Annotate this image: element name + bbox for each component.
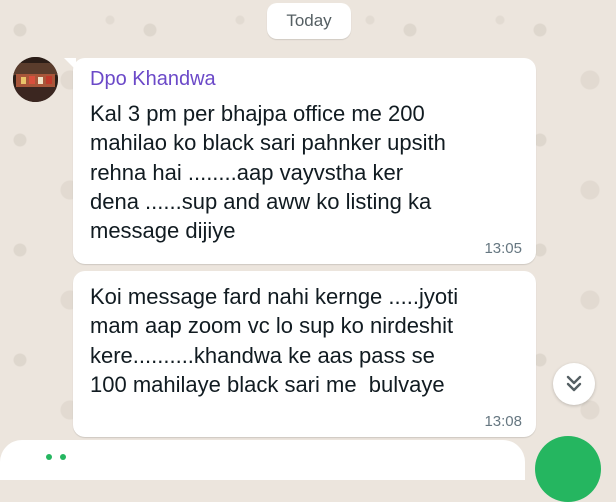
date-separator: Today bbox=[267, 3, 351, 39]
sender-name[interactable]: Dpo Khandwa bbox=[90, 68, 216, 91]
message-timestamp: 13:05 bbox=[484, 240, 522, 257]
message-timestamp: 13:08 bbox=[484, 413, 522, 430]
message-bubble[interactable]: Koi message fard nahi kernge .....jyoti … bbox=[73, 271, 536, 437]
send-button[interactable] bbox=[535, 436, 601, 502]
bubble-tail bbox=[64, 58, 76, 70]
message-text: Koi message fard nahi kernge .....jyoti … bbox=[90, 282, 458, 399]
message-bubble[interactable]: Dpo Khandwa Kal 3 pm per bhajpa office m… bbox=[64, 58, 536, 264]
message-line: dena ......sup and aww ko listing ka bbox=[90, 188, 432, 214]
input-bar-indicator bbox=[46, 454, 52, 460]
message-line: mahilao ko black sari pahnker upsith bbox=[90, 130, 446, 156]
message-text: Kal 3 pm per bhajpa office me 200 mahila… bbox=[90, 99, 446, 245]
message-line: Koi message fard nahi kernge .....jyoti bbox=[90, 284, 459, 309]
avatar[interactable] bbox=[13, 57, 58, 102]
double-chevron-down-icon bbox=[566, 375, 582, 392]
date-separator-label: Today bbox=[286, 11, 332, 30]
message-line: Kal 3 pm per bhajpa office me 200 bbox=[90, 101, 425, 126]
message-line: message dijiye bbox=[90, 218, 236, 244]
input-bar-indicator bbox=[60, 454, 66, 460]
message-input-bar[interactable] bbox=[0, 440, 525, 480]
avatar-image bbox=[13, 57, 58, 102]
message-line: rehna hai ........aap vayvstha ker bbox=[90, 159, 404, 185]
message-line: kere..........khandwa ke aas pass se bbox=[90, 342, 435, 368]
message-line: 100 mahilaye black sari me bulvaye bbox=[90, 371, 445, 397]
scroll-to-bottom-button[interactable] bbox=[553, 363, 595, 405]
message-line: mam aap zoom vc lo sup ko nirdeshit bbox=[90, 313, 454, 339]
